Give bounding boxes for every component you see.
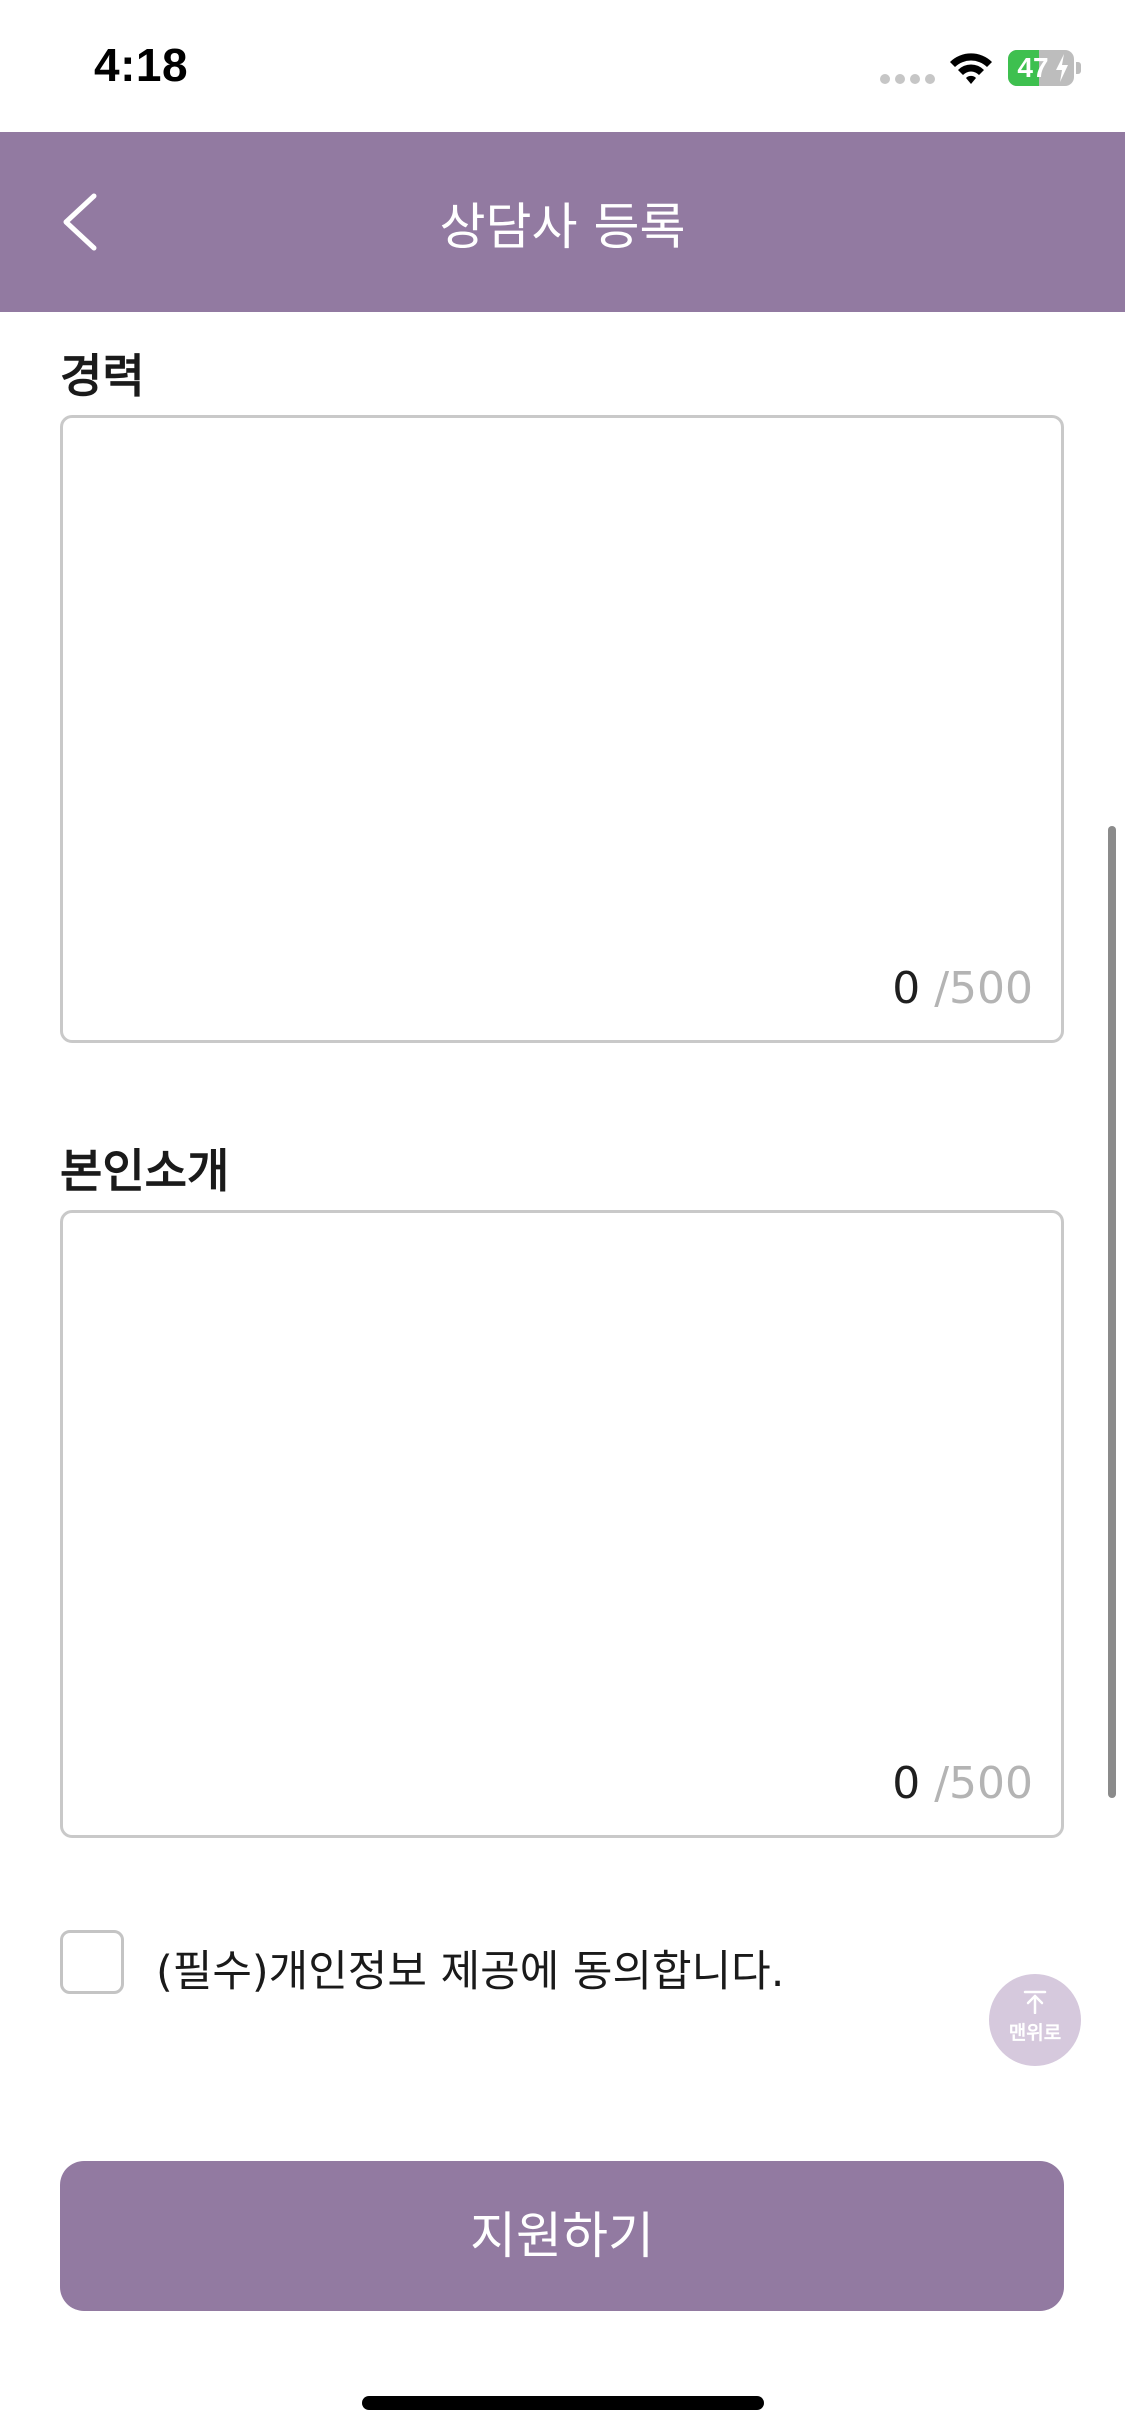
- introduction-textarea[interactable]: [85, 1235, 1039, 1755]
- arrow-up-icon: [1023, 1990, 1047, 2014]
- career-char-count: 0: [892, 963, 921, 1014]
- career-label: 경력: [60, 349, 145, 403]
- introduction-label: 본인소개: [60, 1144, 230, 1198]
- signal-dots-icon: [880, 74, 936, 86]
- career-char-counter: 0 /500: [892, 963, 1033, 1014]
- app-header: 상담사 등록: [0, 132, 1125, 312]
- consent-checkbox[interactable]: [60, 1930, 124, 1994]
- introduction-textarea-box[interactable]: 0 /500: [60, 1210, 1064, 1838]
- chevron-left-icon: [63, 193, 97, 251]
- wifi-icon: [950, 53, 992, 84]
- consent-label[interactable]: (필수)개인정보 제공에 동의합니다.: [156, 1937, 784, 1999]
- charging-bolt-icon: [1056, 54, 1068, 82]
- career-textarea-box[interactable]: 0 /500: [60, 415, 1064, 1043]
- status-bar: 4:18 47: [0, 0, 1125, 132]
- status-time: 4:18: [94, 39, 189, 91]
- page-title: 상담사 등록: [439, 198, 686, 256]
- screen: 4:18 47 상담사 등록 경력 0 /500 본인소개 0 /500 (필수…: [0, 0, 1125, 2436]
- introduction-char-max: /500: [934, 1758, 1033, 1809]
- home-indicator[interactable]: [362, 2396, 764, 2410]
- scrollbar[interactable]: [1108, 826, 1116, 1798]
- battery-percent: 47: [1017, 52, 1049, 83]
- career-char-max: /500: [934, 963, 1033, 1014]
- battery-icon: 47: [1008, 50, 1081, 86]
- submit-button[interactable]: 지원하기: [60, 2161, 1064, 2311]
- career-textarea[interactable]: [85, 440, 1039, 960]
- scroll-to-top-label: 맨위로: [1008, 2022, 1062, 2044]
- introduction-char-count: 0: [892, 1758, 921, 1809]
- introduction-char-counter: 0 /500: [892, 1758, 1033, 1809]
- scroll-to-top-button[interactable]: 맨위로: [989, 1974, 1081, 2066]
- back-button[interactable]: [40, 174, 136, 270]
